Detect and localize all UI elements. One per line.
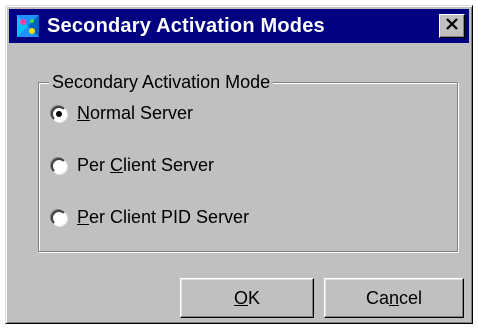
cancel-button-label: Cancel (365, 287, 423, 308)
ok-button-label: OK (233, 287, 261, 308)
dialog-window: Secondary Activation Modes Secondary Act… (5, 5, 473, 324)
radio-label-per-client-pid-server: Per Client PID Server (77, 207, 250, 227)
group-legend: Secondary Activation Mode (49, 71, 274, 93)
close-icon (446, 17, 458, 35)
close-button[interactable] (439, 14, 465, 38)
radio-label-per-client-server: Per Client Server (77, 155, 215, 175)
radio-button[interactable] (51, 157, 67, 174)
window-title: Secondary Activation Modes (47, 14, 325, 37)
radio-per-client-server[interactable]: Per Client Server (51, 155, 214, 176)
cancel-button[interactable]: Cancel (324, 278, 464, 318)
radio-selected-dot (56, 110, 62, 117)
radio-per-client-pid-server[interactable]: Per Client PID Server (51, 207, 249, 228)
title-bar[interactable]: Secondary Activation Modes (9, 9, 469, 43)
activation-mode-group: Secondary Activation Mode Normal Server … (38, 71, 458, 252)
radio-label-normal-server: Normal Server (77, 103, 194, 123)
radio-normal-server[interactable]: Normal Server (51, 103, 193, 124)
radio-button[interactable] (51, 105, 67, 122)
radio-button[interactable] (51, 209, 67, 226)
ok-button[interactable]: OK (180, 278, 314, 318)
app-window-icon (15, 13, 41, 39)
